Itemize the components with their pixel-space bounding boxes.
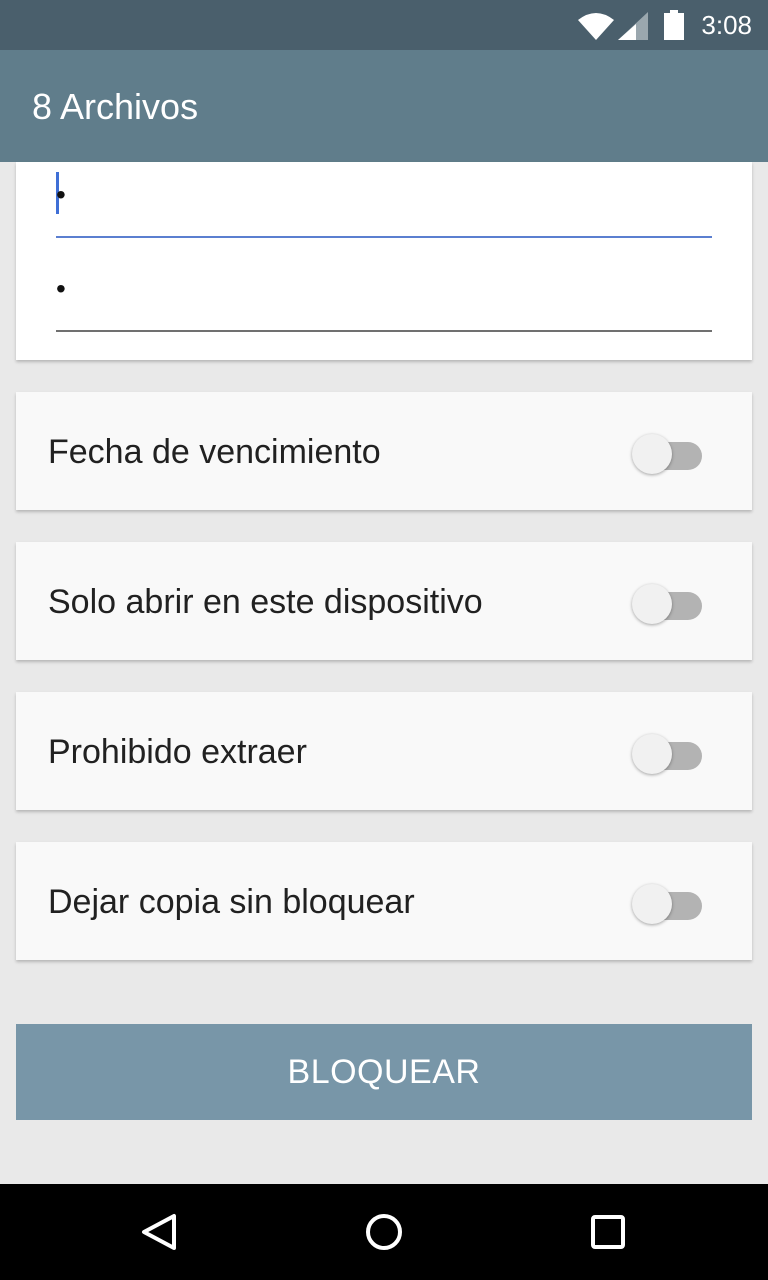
option-expiration-date: Fecha de vencimiento (16, 392, 752, 510)
battery-icon (664, 10, 684, 40)
confirm-password-field[interactable]: • (56, 274, 712, 332)
option-label: Dejar copia sin bloquear (48, 883, 415, 921)
toggle-thumb (632, 734, 672, 774)
expiration-date-toggle[interactable] (632, 434, 704, 474)
app-bar: 8 Archivos (0, 50, 768, 162)
wifi-icon (578, 13, 614, 40)
confirm-password-value: • (56, 273, 66, 304)
cell-signal-icon (618, 12, 648, 40)
lock-button[interactable]: BLOQUEAR (16, 1024, 752, 1120)
navigation-bar (0, 1184, 768, 1280)
home-icon[interactable] (364, 1212, 404, 1252)
option-label: Prohibido extraer (48, 733, 307, 771)
status-bar: 3:08 (0, 0, 768, 50)
option-keep-unlocked-copy: Dejar copia sin bloquear (16, 842, 752, 960)
keep-unlocked-copy-toggle[interactable] (632, 884, 704, 924)
option-label: Solo abrir en este dispositivo (48, 583, 483, 621)
option-this-device-only: Solo abrir en este dispositivo (16, 542, 752, 660)
option-label: Fecha de vencimiento (48, 433, 381, 471)
toggle-thumb (632, 584, 672, 624)
toggle-thumb (632, 884, 672, 924)
page-title: 8 Archivos (32, 86, 199, 127)
option-no-extract: Prohibido extraer (16, 692, 752, 810)
this-device-only-toggle[interactable] (632, 584, 704, 624)
recents-icon[interactable] (588, 1212, 628, 1252)
password-field[interactable]: • (56, 172, 712, 238)
password-value: • (56, 179, 66, 210)
back-icon[interactable] (140, 1212, 180, 1252)
toggle-thumb (632, 434, 672, 474)
password-card: • • (16, 162, 752, 360)
status-time: 3:08 (701, 10, 752, 40)
no-extract-toggle[interactable] (632, 734, 704, 774)
